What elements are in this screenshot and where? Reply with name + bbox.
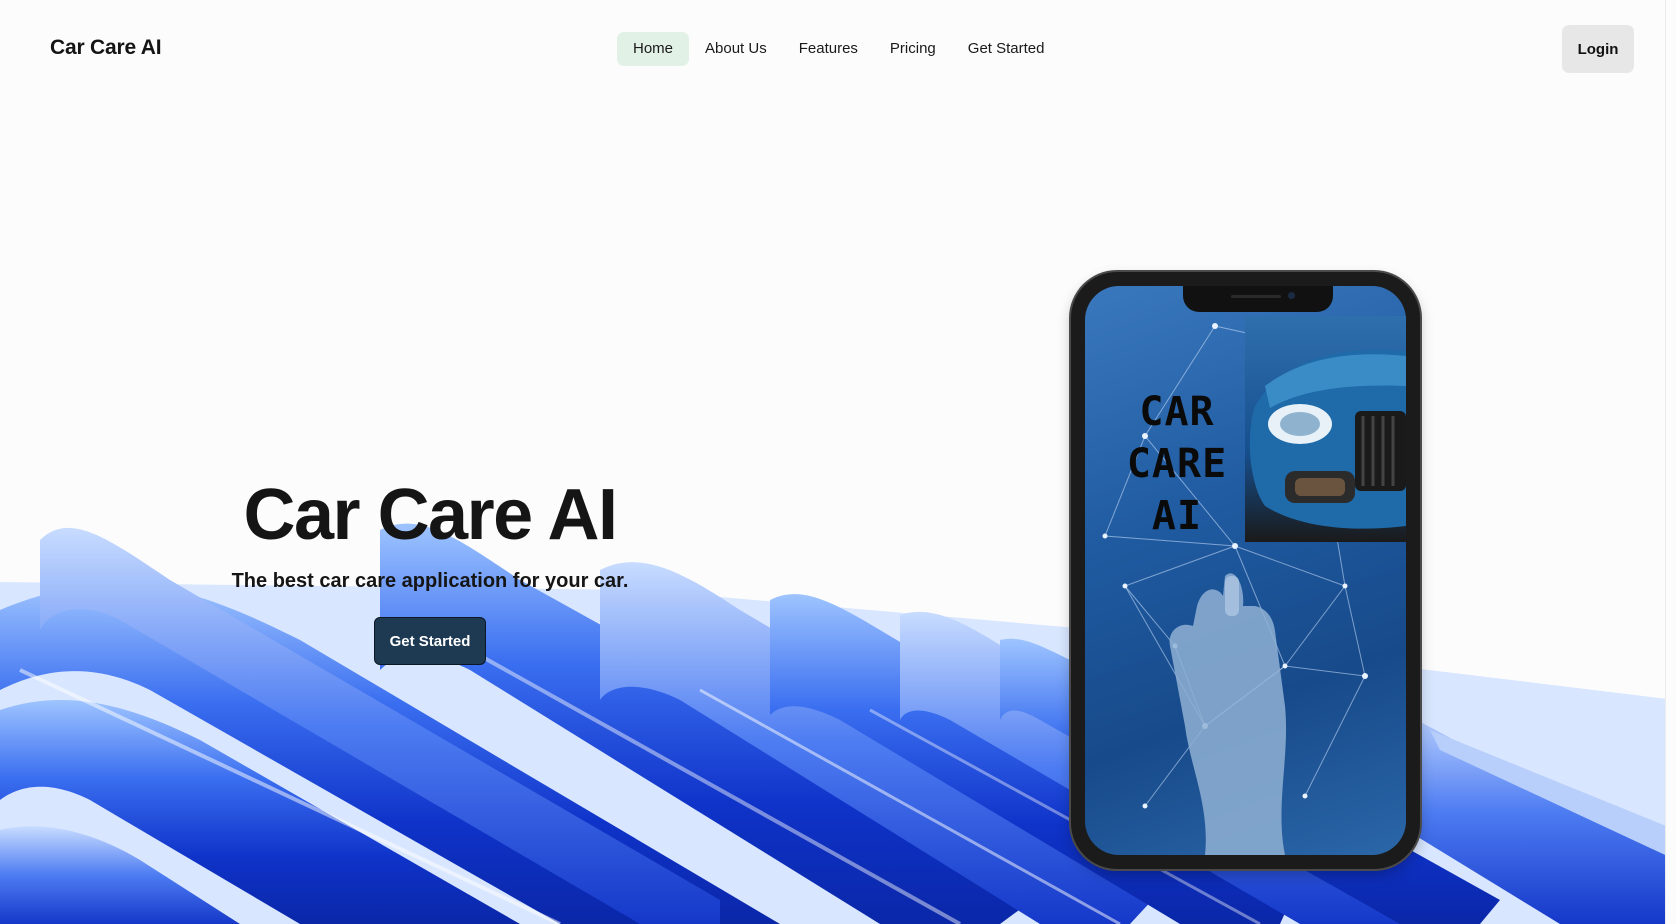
- landing-page: Car Care AI Home About Us Features Prici…: [0, 0, 1676, 924]
- phone-screen-image: CAR CARE AI: [1085, 286, 1406, 855]
- nav-home[interactable]: Home: [617, 32, 690, 66]
- phone-mockup: CAR CARE AI: [1071, 272, 1420, 869]
- nav-features[interactable]: Features: [783, 32, 874, 66]
- nav-about-us[interactable]: About Us: [689, 32, 783, 66]
- nav-pricing[interactable]: Pricing: [874, 32, 952, 66]
- sports-car-image: [1245, 316, 1406, 542]
- robot-hand-icon: [1169, 573, 1287, 855]
- get-started-button[interactable]: Get Started: [374, 617, 486, 665]
- phone-notch: [1183, 286, 1333, 312]
- camera-icon: [1288, 292, 1295, 299]
- login-button[interactable]: Login: [1562, 25, 1634, 73]
- brand-logo[interactable]: Car Care AI: [50, 36, 162, 60]
- main-nav: Home About Us Features Pricing Get Start…: [617, 32, 1061, 66]
- nav-get-started[interactable]: Get Started: [952, 32, 1061, 66]
- phone-app-logo: CAR CARE AI: [1126, 389, 1228, 539]
- hero-wave-background: [0, 523, 1676, 924]
- hero-title: Car Care AI: [243, 475, 619, 555]
- speaker-grille: [1231, 295, 1281, 298]
- page-scrollbar[interactable]: [1665, 0, 1676, 924]
- hero-subtitle: The best car care application for your c…: [231, 570, 629, 592]
